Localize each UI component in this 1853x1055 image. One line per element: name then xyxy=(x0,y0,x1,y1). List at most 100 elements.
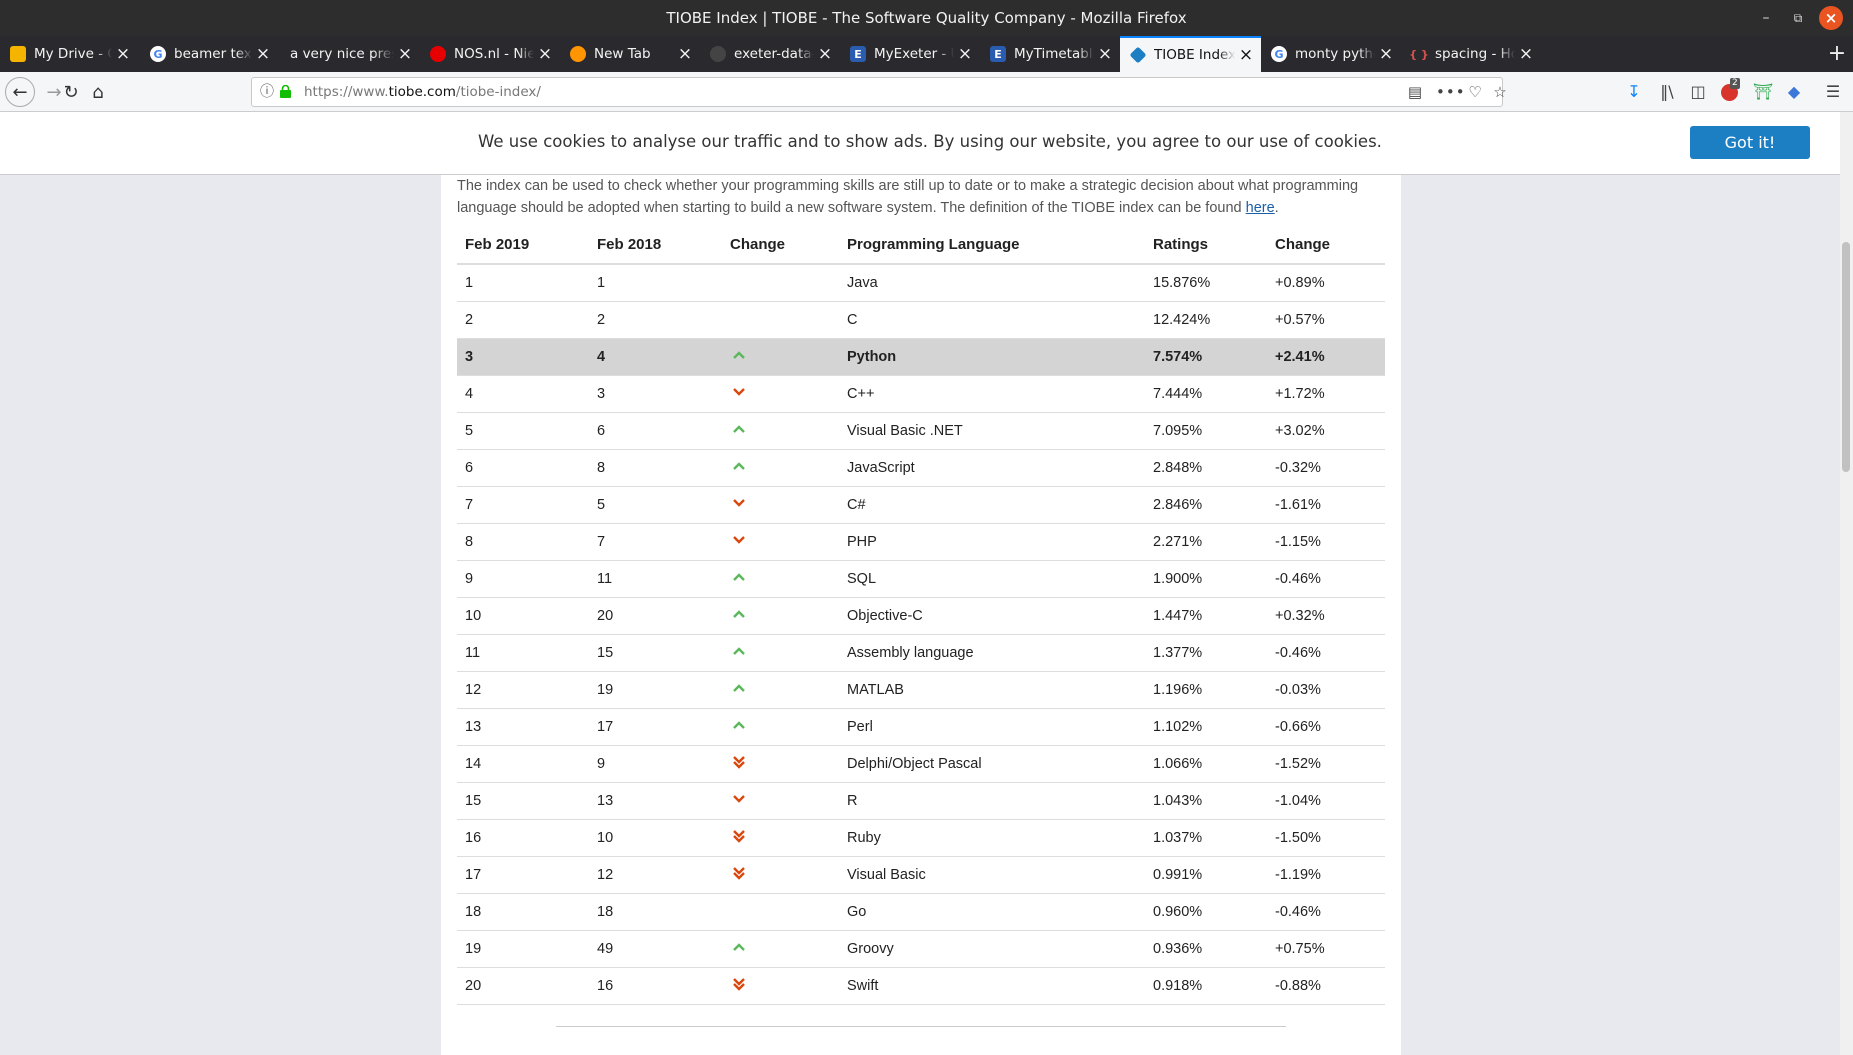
tab-title: beamer tex - Google Search xyxy=(174,46,252,62)
rank-2018-cell: 4 xyxy=(589,338,722,376)
close-tab-icon[interactable]: × xyxy=(1375,44,1397,64)
section-divider xyxy=(556,1026,1286,1027)
rating-cell: 1.377% xyxy=(1145,634,1267,672)
drive-icon xyxy=(10,46,26,62)
definition-link[interactable]: here xyxy=(1246,200,1275,216)
close-tab-icon[interactable]: × xyxy=(674,44,696,64)
tab[interactable]: exeter-data-analytics× xyxy=(700,36,840,72)
rank-2019-cell: 2 xyxy=(457,301,589,339)
close-window-icon[interactable]: × xyxy=(1819,6,1843,30)
rank-2018-cell: 49 xyxy=(589,930,722,968)
close-tab-icon[interactable]: × xyxy=(954,44,976,64)
rating-change-cell: -0.88% xyxy=(1267,967,1385,1005)
rank-2018-cell: 7 xyxy=(589,523,722,561)
rating-cell: 1.447% xyxy=(1145,597,1267,635)
change-cell xyxy=(722,338,839,376)
rating-cell: 12.424% xyxy=(1145,301,1267,339)
rating-cell: 1.900% xyxy=(1145,560,1267,598)
rating-change-cell: +0.75% xyxy=(1267,930,1385,968)
rank-2019-cell: 19 xyxy=(457,930,589,968)
language-cell: MATLAB xyxy=(839,671,1145,709)
close-tab-icon[interactable]: × xyxy=(814,44,836,64)
adblock-icon[interactable]: 2 xyxy=(1716,78,1742,106)
change-cell xyxy=(722,412,839,450)
close-tab-icon[interactable]: × xyxy=(1515,44,1537,64)
close-tab-icon[interactable]: × xyxy=(534,44,556,64)
intro-paragraph: The index can be used to check whether y… xyxy=(457,178,1359,216)
double-down-arrow-icon xyxy=(733,977,745,991)
shield-icon[interactable]: ⛩ xyxy=(1750,78,1776,106)
tab[interactable]: E MyExeter - University× xyxy=(840,36,980,72)
scrollbar-thumb[interactable] xyxy=(1842,242,1850,472)
rank-2018-cell: 13 xyxy=(589,782,722,820)
language-cell: Objective-C xyxy=(839,597,1145,635)
tab[interactable]: a very nice presentation× xyxy=(280,36,420,72)
close-tab-icon[interactable]: × xyxy=(1094,44,1116,64)
downloads-icon[interactable]: ↧ xyxy=(1621,78,1647,106)
tab[interactable]: TIOBE Index | TIOBE× xyxy=(1120,36,1261,72)
table-row: 13 17 Perl 1.102% -0.66% xyxy=(457,708,1385,746)
rank-2018-cell: 11 xyxy=(589,560,722,598)
double-down-arrow-icon xyxy=(733,866,745,880)
tab[interactable]: My Drive - Google Drive× xyxy=(0,36,138,72)
up-arrow-icon xyxy=(733,683,745,692)
tab[interactable]: { } spacing - How do I× xyxy=(1401,36,1541,72)
url-text[interactable]: https://www.tiobe.com/tiobe-index/ xyxy=(304,78,541,106)
table-row: 10 20 Objective-C 1.447% +0.32% xyxy=(457,597,1385,635)
menu-hamburger-icon[interactable]: ☰ xyxy=(1820,78,1846,106)
pocket-icon[interactable]: ♡ xyxy=(1462,78,1488,106)
rank-2018-cell: 5 xyxy=(589,486,722,524)
language-cell: Groovy xyxy=(839,930,1145,968)
extension-icon[interactable]: ◆ xyxy=(1781,78,1807,106)
tab[interactable]: E MyTimetable - University× xyxy=(980,36,1120,72)
change-cell xyxy=(722,560,839,598)
cookie-accept-button[interactable]: Got it! xyxy=(1690,126,1810,159)
rating-cell: 2.848% xyxy=(1145,449,1267,487)
home-icon[interactable]: ⌂ xyxy=(84,78,112,106)
change-cell xyxy=(722,930,839,968)
rating-change-cell: +3.02% xyxy=(1267,412,1385,450)
table-row: 14 9 Delphi/Object Pascal 1.066% -1.52% xyxy=(457,745,1385,783)
up-arrow-icon xyxy=(733,424,745,433)
library-icon[interactable]: ‖\ xyxy=(1654,78,1680,106)
sidebar-icon[interactable]: ◫ xyxy=(1685,78,1711,106)
change-cell xyxy=(722,671,839,709)
rating-cell: 0.918% xyxy=(1145,967,1267,1005)
minimize-icon[interactable]: – xyxy=(1754,6,1778,30)
rating-change-cell: -1.04% xyxy=(1267,782,1385,820)
change-cell xyxy=(722,375,839,413)
close-tab-icon[interactable]: × xyxy=(252,44,274,64)
back-arrow-icon[interactable]: ← xyxy=(5,77,35,107)
tab[interactable]: New Tab × xyxy=(560,36,700,72)
url-bar[interactable]: ⓘ https://www.tiobe.com/tiobe-index/ ▤ •… xyxy=(251,77,1507,107)
table-row: 1 1 Java 15.876% +0.89% xyxy=(457,264,1385,302)
change-cell xyxy=(722,523,839,561)
rank-2019-cell: 14 xyxy=(457,745,589,783)
maximize-icon[interactable]: ⧉ xyxy=(1786,6,1810,30)
tab[interactable]: NOS.nl - Nieuws, Sport× xyxy=(420,36,560,72)
rating-change-cell: -0.32% xyxy=(1267,449,1385,487)
header-rating-change: Change xyxy=(1267,225,1385,265)
rating-change-cell: -1.50% xyxy=(1267,819,1385,857)
change-cell xyxy=(722,782,839,820)
rating-change-cell: +2.41% xyxy=(1267,338,1385,376)
close-tab-icon[interactable]: × xyxy=(394,44,416,64)
page-actions-icon[interactable]: ••• xyxy=(1436,78,1465,106)
close-tab-icon[interactable]: × xyxy=(112,44,134,64)
up-arrow-icon xyxy=(733,609,745,618)
tab[interactable]: Gbeamer tex - Google Search× xyxy=(140,36,278,72)
tab[interactable]: Gmonty python flying× xyxy=(1261,36,1401,72)
close-tab-icon[interactable]: × xyxy=(1235,45,1257,65)
rank-2018-cell: 16 xyxy=(589,967,722,1005)
rating-change-cell: -0.03% xyxy=(1267,671,1385,709)
site-info-icon[interactable]: ⓘ xyxy=(260,78,274,106)
double-down-arrow-icon xyxy=(733,829,745,843)
change-cell xyxy=(722,264,839,302)
page-scrollbar[interactable] xyxy=(1840,112,1853,1055)
reader-view-icon[interactable]: ▤ xyxy=(1402,78,1428,106)
new-tab-icon[interactable]: + xyxy=(1822,36,1852,72)
bookmark-star-icon[interactable]: ☆ xyxy=(1487,78,1513,106)
rank-2018-cell: 8 xyxy=(589,449,722,487)
reload-icon[interactable]: ↻ xyxy=(57,78,85,106)
language-cell: PHP xyxy=(839,523,1145,561)
